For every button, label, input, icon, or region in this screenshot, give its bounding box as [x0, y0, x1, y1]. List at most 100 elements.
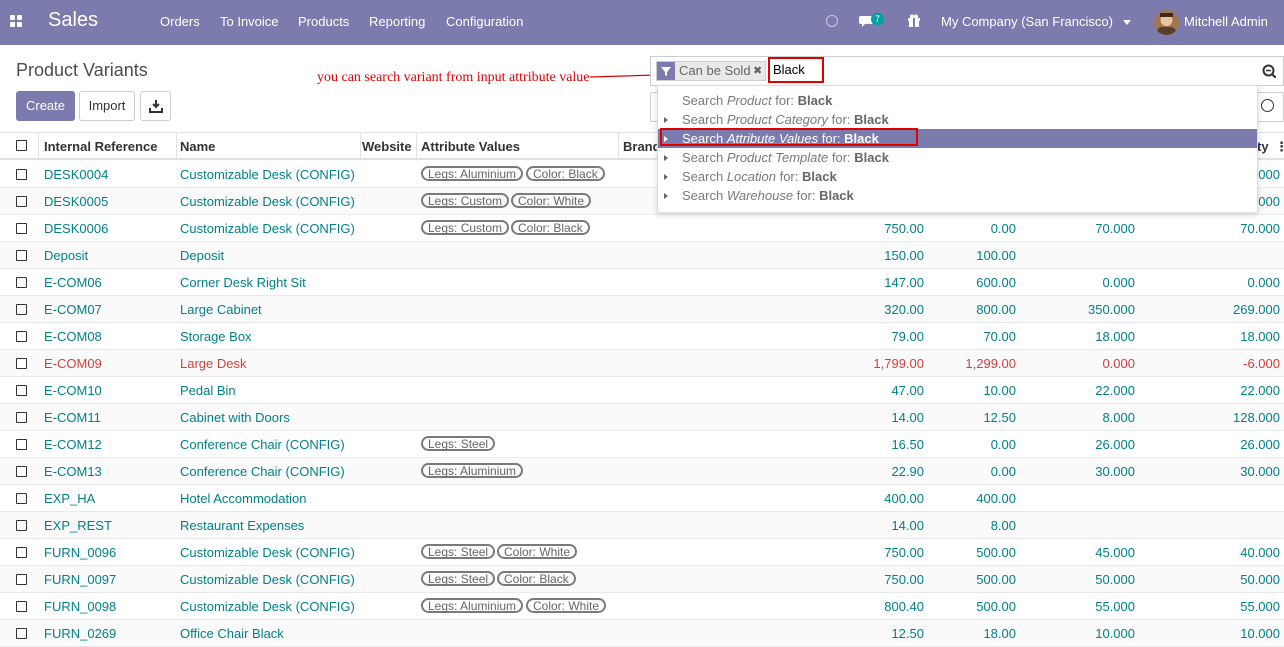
table-row[interactable]: DESK0006 Customizable Desk (CONFIG) Legs: … [0, 215, 1284, 242]
cell-internal-reference: E-COM10 [44, 383, 102, 398]
table-row[interactable]: EXP_HA Hotel Accommodation 400.00 400.00 [0, 485, 1284, 512]
history-icon [1261, 99, 1274, 112]
row-checkbox[interactable] [16, 466, 27, 477]
table-row[interactable]: Deposit Deposit 150.00 100.00 [0, 242, 1284, 269]
row-checkbox[interactable] [16, 601, 27, 612]
apps-menu-icon[interactable] [10, 15, 23, 28]
row-checkbox[interactable] [16, 547, 27, 558]
download-button[interactable] [140, 91, 171, 121]
col-brand[interactable]: Brand [623, 139, 661, 154]
cell-forecasted: 55.000 [1240, 599, 1280, 614]
cell-internal-reference: DESK0004 [44, 167, 109, 182]
cell-internal-reference: FURN_0098 [44, 599, 117, 614]
row-checkbox[interactable] [16, 250, 27, 261]
row-checkbox[interactable] [16, 196, 27, 207]
cell-name: Customizable Desk (CONFIG) [180, 572, 355, 587]
cell-forecasted: 18.000 [1240, 329, 1280, 344]
col-website[interactable]: Website [362, 139, 412, 154]
row-checkbox[interactable] [16, 493, 27, 504]
cell-name: Customizable Desk (CONFIG) [180, 221, 355, 236]
table-row[interactable]: E-COM06 Corner Desk Right Sit 147.00 600.00… [0, 269, 1284, 296]
row-checkbox[interactable] [16, 520, 27, 531]
table-row[interactable]: EXP_REST Restaurant Expenses 14.00 8.00 [0, 512, 1284, 539]
table-row[interactable]: E-COM12 Conference Chair (CONFIG) Legs: St… [0, 431, 1284, 458]
row-checkbox[interactable] [16, 439, 27, 450]
import-button[interactable]: Import [79, 91, 135, 121]
table-row[interactable]: E-COM13 Conference Chair (CONFIG) Legs: Al… [0, 458, 1284, 485]
col-internal-reference[interactable]: Internal Reference [44, 139, 157, 154]
table-row[interactable]: E-COM11 Cabinet with Doors 14.00 12.50 8.000… [0, 404, 1284, 431]
row-checkbox[interactable] [16, 385, 27, 396]
menu-reporting[interactable]: Reporting [369, 14, 425, 29]
cell-internal-reference: E-COM12 [44, 437, 102, 452]
menu-to-invoice[interactable]: To Invoice [220, 14, 279, 29]
table-row[interactable]: E-COM07 Large Cabinet 320.00 800.00 350.000 2… [0, 296, 1284, 323]
user-name[interactable]: Mitchell Admin [1184, 14, 1268, 29]
remove-facet-icon[interactable]: ✖ [753, 62, 762, 80]
cell-internal-reference: FURN_0097 [44, 572, 117, 587]
table-row[interactable]: E-COM09 Large Desk 1,799.00 1,299.00 0.000 -6… [0, 350, 1284, 377]
row-checkbox[interactable] [16, 277, 27, 288]
expand-caret-icon[interactable] [664, 155, 668, 161]
search-input[interactable]: Black [768, 57, 824, 83]
suggestion-warehouse[interactable]: Search Warehouse for: Black [658, 186, 1257, 205]
row-checkbox[interactable] [16, 169, 27, 180]
suggestion-location[interactable]: Search Location for: Black [658, 167, 1257, 186]
cell-cost: 0.00 [990, 464, 1016, 479]
optional-columns-icon[interactable]: ⋮ [1275, 139, 1284, 155]
table-row[interactable]: FURN_0098 Customizable Desk (CONFIG) Legs:… [0, 593, 1284, 620]
suggestion-product-template[interactable]: Search Product Template for: Black [658, 148, 1257, 167]
col-attribute-values[interactable]: Attribute Values [421, 139, 520, 154]
expand-caret-icon[interactable] [664, 117, 668, 123]
attribute-tag: Legs: Aluminium [421, 463, 524, 478]
row-checkbox[interactable] [16, 574, 27, 585]
row-checkbox[interactable] [16, 358, 27, 369]
cell-name: Hotel Accommodation [180, 491, 307, 506]
table-row[interactable]: FURN_0269 Office Chair Black 12.50 18.00 10.… [0, 620, 1284, 647]
page-title: Product Variants [16, 60, 148, 80]
cell-on-hand: 26.000 [1095, 437, 1135, 452]
create-button[interactable]: Create [16, 91, 75, 121]
cell-cost: 500.00 [976, 599, 1016, 614]
expand-caret-icon[interactable] [664, 193, 668, 199]
select-all-checkbox[interactable] [16, 140, 27, 151]
cell-name: Large Cabinet [180, 302, 262, 317]
row-checkbox[interactable] [16, 331, 27, 342]
cell-internal-reference: FURN_0269 [44, 626, 117, 641]
cell-sales-price: 1,799.00 [873, 356, 924, 371]
activity-clock-icon[interactable] [826, 15, 838, 27]
row-checkbox[interactable] [16, 304, 27, 315]
cell-name: Customizable Desk (CONFIG) [180, 194, 355, 209]
table-row[interactable]: FURN_0096 Customizable Desk (CONFIG) Legs:… [0, 539, 1284, 566]
menu-orders[interactable]: Orders [160, 14, 200, 29]
download-icon [148, 100, 163, 113]
cell-sales-price: 400.00 [884, 491, 924, 506]
company-switcher[interactable]: My Company (San Francisco) [941, 14, 1131, 29]
attribute-tag: Color: White [497, 544, 578, 559]
cell-sales-price: 14.00 [891, 410, 924, 425]
suggestion-product[interactable]: Search Product for: Black [658, 91, 1257, 110]
suggestion-product-category[interactable]: Search Product Category for: Black [658, 110, 1257, 129]
attribute-tag: Legs: Aluminium [421, 598, 524, 613]
search-icon[interactable] [1262, 64, 1276, 78]
table-row[interactable]: E-COM08 Storage Box 79.00 70.00 18.000 18.000 [0, 323, 1284, 350]
col-quantity[interactable]: ty [1257, 139, 1269, 154]
menu-configuration[interactable]: Configuration [446, 14, 523, 29]
company-name: My Company (San Francisco) [941, 14, 1113, 29]
table-row[interactable]: FURN_0097 Customizable Desk (CONFIG) Legs:… [0, 566, 1284, 593]
table-row[interactable]: E-COM10 Pedal Bin 47.00 10.00 22.000 22.000 [0, 377, 1284, 404]
cell-sales-price: 12.50 [891, 626, 924, 641]
gift-icon[interactable] [907, 14, 921, 27]
user-avatar[interactable] [1154, 10, 1179, 35]
row-checkbox[interactable] [16, 412, 27, 423]
attribute-tag: Color: Black [511, 220, 590, 235]
col-name[interactable]: Name [180, 139, 215, 154]
cell-sales-price: 320.00 [884, 302, 924, 317]
attribute-tag: Legs: Aluminium [421, 166, 524, 181]
row-checkbox[interactable] [16, 223, 27, 234]
cell-name: Deposit [180, 248, 225, 263]
app-brand[interactable]: Sales [48, 9, 98, 32]
expand-caret-icon[interactable] [664, 174, 668, 180]
row-checkbox[interactable] [16, 628, 27, 639]
menu-products[interactable]: Products [298, 14, 349, 29]
